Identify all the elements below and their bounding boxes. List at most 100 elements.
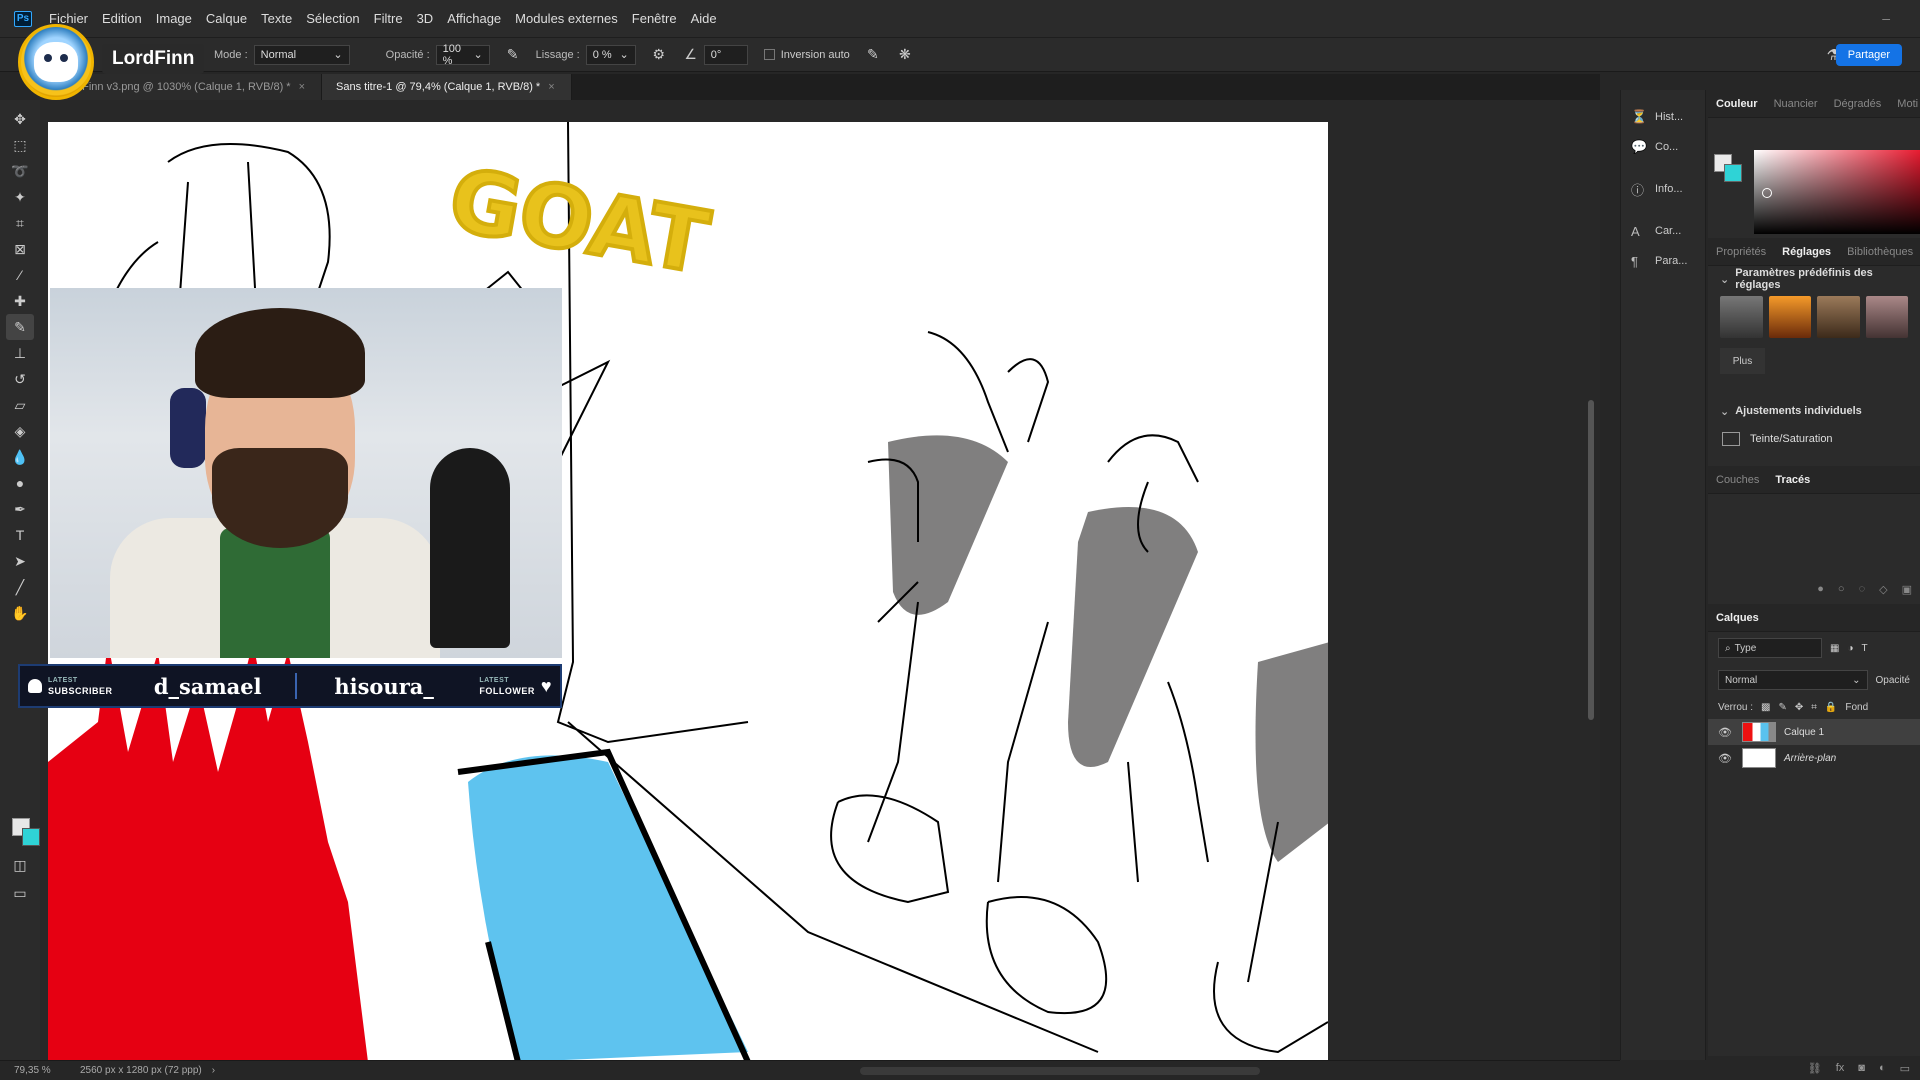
more-presets-button[interactable]: Plus [1720,348,1765,374]
scrollbar-thumb[interactable] [1588,400,1594,720]
image-filter-icon[interactable]: ▦ [1830,643,1839,654]
layer-row-calque-1[interactable]: 👁 Calque 1 [1708,719,1920,745]
chevron-right-icon[interactable]: › [212,1065,215,1076]
menu-selection[interactable]: Sélection [299,11,366,26]
tab-bibliotheques[interactable]: Bibliothèques [1839,246,1920,258]
pressure-size-icon[interactable]: ✎ [864,46,882,64]
layer-type-filter[interactable]: ⌕ Type [1718,638,1822,658]
lock-artboard-icon[interactable]: ⌗ [1811,702,1817,713]
menu-fenetre[interactable]: Fenêtre [625,11,684,26]
minimize-icon[interactable]: – [1882,10,1890,26]
zoom-level[interactable]: 79,35 % [0,1065,60,1076]
panel-info[interactable]: ⓘ Info... [1621,174,1705,204]
healing-brush-tool-icon[interactable]: ✚ [6,288,34,314]
adjustment-layer-icon[interactable]: ◐ [1879,1062,1886,1074]
magic-wand-tool-icon[interactable]: ✦ [6,184,34,210]
hue-saturation-item[interactable]: Teinte/Saturation [1708,424,1920,454]
background-color-swatch[interactable] [1724,164,1742,182]
mode-select[interactable]: Normal ⌄ [253,44,350,65]
close-icon[interactable]: × [548,81,554,93]
preset-thumb[interactable] [1768,296,1811,338]
opacity-input[interactable]: 100 % ⌄ [435,43,490,67]
menu-image[interactable]: Image [149,11,199,26]
tab-degrades[interactable]: Dégradés [1826,98,1890,110]
tab-couleur[interactable]: Couleur [1708,98,1766,110]
background-color-swatch[interactable] [22,828,40,846]
symmetry-icon[interactable]: ❋ [896,46,914,64]
lock-pixels-icon[interactable]: ✎ [1778,702,1786,713]
panel-character[interactable]: A Car... [1621,216,1705,246]
pressure-opacity-icon[interactable]: ✎ [504,46,522,64]
fill-path-icon[interactable]: ● [1817,583,1824,596]
lock-transparency-icon[interactable]: ▩ [1761,702,1770,713]
type-tool-icon[interactable]: T [6,522,34,548]
dodge-tool-icon[interactable]: ● [6,470,34,496]
brush-tool-icon[interactable]: ✎ [6,314,34,340]
history-brush-tool-icon[interactable]: ↺ [6,366,34,392]
make-work-path-icon[interactable]: ◇ [1879,583,1887,596]
preset-thumb[interactable] [1720,296,1763,338]
add-mask-icon[interactable]: ◙ [1858,1062,1865,1074]
menu-3d[interactable]: 3D [410,11,441,26]
layer-blend-mode-select[interactable]: Normal ⌄ [1718,670,1868,690]
menu-affichage[interactable]: Affichage [440,11,508,26]
paint-bucket-tool-icon[interactable]: ◈ [6,418,34,444]
menu-aide[interactable]: Aide [684,11,724,26]
tab-traces[interactable]: Tracés [1767,474,1818,486]
new-group-icon[interactable]: ▭ [1900,1062,1910,1075]
visibility-eye-icon[interactable]: 👁 [1718,752,1732,765]
tab-sans-titre[interactable]: Sans titre-1 @ 79,4% (Calque 1, RVB/8) *… [322,74,572,100]
quick-mask-icon[interactable]: ◫ [6,852,34,878]
tab-nuancier[interactable]: Nuancier [1766,98,1826,110]
stroke-path-icon[interactable]: ○ [1838,583,1845,596]
layer-style-icon[interactable]: fx [1836,1062,1845,1074]
share-button[interactable]: Partager [1835,44,1902,66]
tab-proprietes[interactable]: Propriétés [1708,246,1774,258]
auto-invert-checkbox[interactable] [763,49,775,60]
link-layers-icon[interactable]: ⛓ [1808,1062,1822,1075]
hand-tool-icon[interactable]: ✋ [6,600,34,626]
tab-reglages[interactable]: Réglages [1774,246,1839,258]
preset-thumb[interactable] [1865,296,1908,338]
text-filter-icon[interactable]: T [1862,643,1868,654]
marquee-tool-icon[interactable]: ⬚ [6,132,34,158]
tab-motifs[interactable]: Moti [1889,98,1920,110]
panel-comments[interactable]: 💬 Co... [1621,132,1705,162]
close-icon[interactable]: × [299,81,305,93]
menu-calque[interactable]: Calque [199,11,254,26]
panel-paragraph[interactable]: ¶ Para... [1621,246,1705,276]
load-selection-icon[interactable]: ◌ [1859,583,1866,596]
menu-filtre[interactable]: Filtre [367,11,410,26]
horizontal-scrollbar[interactable] [860,1067,1260,1075]
preset-thumb[interactable] [1817,296,1860,338]
smoothing-input[interactable]: 0 % ⌄ [585,44,636,65]
visibility-eye-icon[interactable]: 👁 [1718,726,1732,739]
eyedropper-tool-icon[interactable]: ⁄ [6,262,34,288]
menu-modules-externes[interactable]: Modules externes [508,11,625,26]
pen-tool-icon[interactable]: ✒ [6,496,34,522]
lasso-tool-icon[interactable]: ➰ [6,158,34,184]
presets-section-header[interactable]: ⌄ Paramètres prédéfinis des réglages [1708,266,1920,292]
color-picker-handle[interactable] [1762,188,1772,198]
tab-couches[interactable]: Couches [1708,474,1767,486]
path-selection-tool-icon[interactable]: ➤ [6,548,34,574]
line-tool-icon[interactable]: ╱ [6,574,34,600]
lock-all-icon[interactable]: 🔒 [1825,702,1837,713]
adjustment-filter-icon[interactable]: ◑ [1847,643,1853,654]
gear-icon[interactable]: ⚙ [650,46,668,64]
crop-tool-icon[interactable]: ⌗ [6,210,34,236]
color-spectrum[interactable] [1754,150,1920,234]
panel-history[interactable]: ⏳ Hist... [1621,102,1705,132]
clone-stamp-tool-icon[interactable]: ⊥ [6,340,34,366]
frame-tool-icon[interactable]: ⊠ [6,236,34,262]
angle-input[interactable]: 0° [703,44,748,65]
blur-tool-icon[interactable]: 💧 [6,444,34,470]
individual-adjustments-header[interactable]: ⌄ Ajustements individuels [1708,398,1920,424]
lock-position-icon[interactable]: ✥ [1795,702,1803,713]
screen-mode-icon[interactable]: ▭ [6,880,34,906]
tab-calques[interactable]: Calques [1708,612,1767,624]
eraser-tool-icon[interactable]: ▱ [6,392,34,418]
menu-texte[interactable]: Texte [254,11,299,26]
menu-edition[interactable]: Edition [95,11,149,26]
add-mask-icon[interactable]: ▣ [1902,583,1912,596]
